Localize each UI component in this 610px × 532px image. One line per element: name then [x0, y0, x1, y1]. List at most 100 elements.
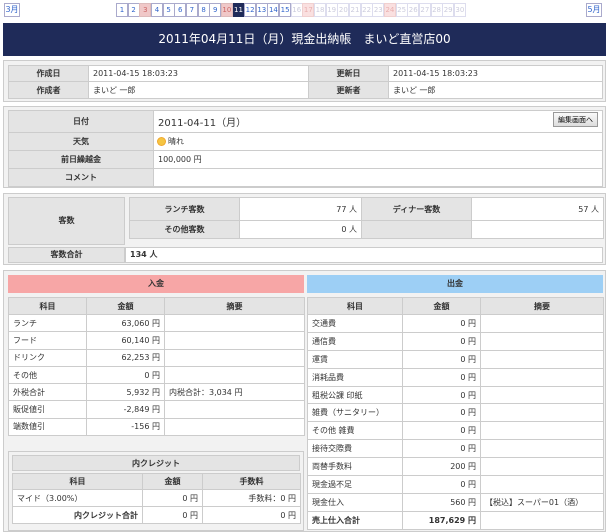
credit-box: 内クレジット 科目 金額 手数料 マイド（3.00%） 0 円 手数料：0 円 …: [8, 451, 304, 531]
comment-value: [153, 168, 603, 187]
day-link-27: 27: [418, 3, 431, 17]
income-note: [164, 400, 305, 419]
income-row: ランチ 63,060 円: [8, 313, 305, 333]
info-panel: 日付 2011-04-11（月） 天気 晴れ 前日繰越金 100,000 円 コ…: [3, 106, 606, 188]
customers-total-value: 134 人: [125, 247, 603, 263]
page-title: 2011年04月11日（月）現金出納帳 まいど直営店00: [3, 23, 606, 56]
income-note: [164, 365, 305, 385]
expense-note: [480, 403, 604, 423]
day-link-13[interactable]: 13: [255, 3, 268, 17]
customers-total-label: 客数合計: [8, 247, 125, 263]
income-amount: -2,849 円: [86, 400, 165, 419]
income-note: [164, 348, 305, 367]
day-link-6[interactable]: 6: [174, 3, 187, 17]
day-link-1[interactable]: 1: [116, 3, 128, 17]
updater-value: まいど 一郎: [388, 81, 603, 99]
author-value: まいど 一郎: [88, 81, 309, 99]
income-row: 端数値引 -156 円: [8, 417, 305, 437]
meta-panel: 作成日 2011-04-15 18:03:23 更新日 2011-04-15 1…: [3, 60, 606, 102]
day-link-11[interactable]: 11: [232, 3, 245, 17]
expense-item: 現金過不足: [307, 475, 403, 494]
expense-col-note: 摘要: [480, 297, 604, 315]
income-col-amount: 金額: [86, 297, 165, 315]
expense-amount: 560 円: [402, 492, 481, 512]
credit-col-amount: 金額: [142, 473, 203, 490]
income-row: その他 0 円: [8, 365, 305, 385]
customers-label: 客数: [8, 197, 125, 245]
date-label: 日付: [8, 110, 154, 133]
day-link-7[interactable]: 7: [185, 3, 198, 17]
income-col-item: 科目: [8, 297, 87, 315]
expense-amount: 200 円: [402, 457, 481, 477]
ledger-panel: 入金 科目 金額 摘要 ランチ 63,060 円フード 60,140 円ドリンク 62…: [3, 270, 606, 532]
expense-item: 雑費（サニタリー）: [307, 403, 403, 423]
expense-table: 科目 金額 摘要 交通費 0 円通信費 0 円運賃 0 円消耗品費 0 円租税公課 印紙…: [307, 297, 604, 530]
expense-row: 両替手数料 200 円: [307, 457, 604, 477]
income-col-note: 摘要: [164, 297, 305, 315]
expense-item: 接待交際費: [307, 439, 403, 459]
expense-note: [480, 331, 604, 351]
day-link-8[interactable]: 8: [197, 3, 210, 17]
credit-row-fee: 手数料：0 円: [202, 489, 301, 507]
income-amount: -156 円: [86, 417, 165, 437]
day-link-9[interactable]: 9: [209, 3, 222, 17]
expense-amount: 0 円: [402, 367, 481, 387]
carry-value: 100,000 円: [153, 150, 603, 169]
expense-amount: 0 円: [402, 439, 481, 459]
income-amount: 63,060 円: [86, 313, 165, 333]
income-item: 外税合計: [8, 383, 87, 402]
day-link-28: 28: [430, 3, 443, 17]
expense-item: 通信費: [307, 331, 403, 351]
day-link-2[interactable]: 2: [127, 3, 140, 17]
updater-label: 更新者: [308, 81, 389, 99]
credit-total-amount: 0 円: [142, 506, 203, 524]
expense-note: [480, 385, 604, 405]
expense-row: 消耗品費 0 円: [307, 367, 604, 387]
next-month-button[interactable]: 5月: [586, 3, 602, 17]
expense-row: 通信費 0 円: [307, 331, 604, 351]
expense-amount: 0 円: [402, 403, 481, 423]
edit-button[interactable]: 編集画面へ: [553, 112, 598, 127]
updated-label: 更新日: [308, 65, 389, 82]
credit-header: 内クレジット: [12, 455, 300, 471]
day-link-10[interactable]: 10: [220, 3, 233, 17]
carry-label: 前日繰越金: [8, 150, 154, 169]
weather-cell: 晴れ: [153, 132, 603, 151]
day-link-14[interactable]: 14: [267, 3, 280, 17]
expense-item: その他 雑費: [307, 421, 403, 441]
updated-value: 2011-04-15 18:03:23: [388, 65, 603, 82]
income-item: その他: [8, 365, 87, 385]
expense-amount: 0 円: [402, 421, 481, 441]
credit-total-fee: 0 円: [202, 506, 301, 524]
expense-row: 接待交際費 0 円: [307, 439, 604, 459]
expense-amount: 0 円: [402, 314, 481, 333]
day-link-4[interactable]: 4: [150, 3, 163, 17]
empty-label-cell: [361, 220, 472, 239]
day-link-26: 26: [407, 3, 420, 17]
expense-row: 雑費（サニタリー） 0 円: [307, 403, 604, 423]
expense-row: 現金仕入 560 円【税込】スーパー01（酒）: [307, 492, 604, 512]
income-table: 科目 金額 摘要 ランチ 63,060 円フード 60,140 円ドリンク 62,25…: [8, 297, 305, 437]
income-row: フード 60,140 円: [8, 331, 305, 350]
income-note: [164, 331, 305, 350]
income-amount: 62,253 円: [86, 348, 165, 367]
comment-label: コメント: [8, 168, 154, 187]
credit-total-label: 内クレジット合計: [12, 506, 143, 524]
expense-row: 交通費 0 円: [307, 314, 604, 333]
day-link-12[interactable]: 12: [244, 3, 257, 17]
day-link-3[interactable]: 3: [139, 3, 152, 17]
expense-col-amount: 金額: [402, 297, 481, 315]
dinner-label: ディナー客数: [361, 197, 472, 221]
expense-amount: 0 円: [402, 475, 481, 494]
expense-row: 運賃 0 円: [307, 349, 604, 369]
day-link-29: 29: [442, 3, 455, 17]
lunch-label: ランチ客数: [129, 197, 240, 221]
income-amount: 0 円: [86, 365, 165, 385]
author-label: 作成者: [8, 81, 89, 99]
day-link-5[interactable]: 5: [162, 3, 175, 17]
expense-note: [480, 367, 604, 387]
day-link-15[interactable]: 15: [279, 3, 292, 17]
day-link-18: 18: [314, 3, 327, 17]
prev-month-button[interactable]: 3月: [4, 3, 20, 17]
day-link-21: 21: [349, 3, 361, 17]
